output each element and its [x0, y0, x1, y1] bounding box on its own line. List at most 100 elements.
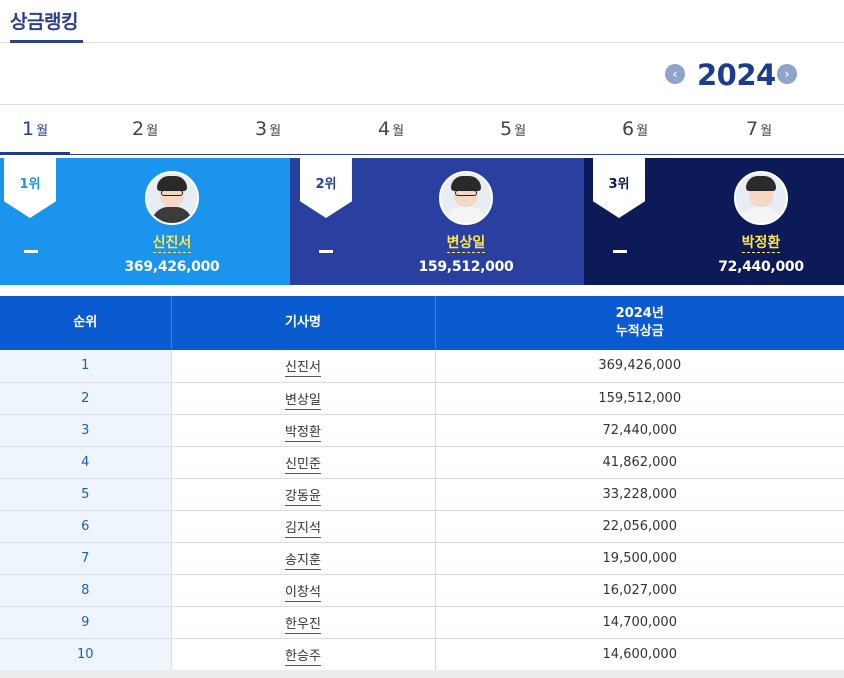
table-row: 2 변상일 159,512,000 — [0, 382, 844, 415]
rank-cell: 1 — [0, 350, 172, 383]
tab-month-6[interactable]: 6월 — [600, 105, 670, 155]
player-cell: 강동윤 — [171, 478, 436, 511]
rank-cell: 3 — [0, 414, 172, 447]
rank-cell: 9 — [0, 606, 172, 639]
rank-cell: 6 — [0, 510, 172, 543]
top3-podium: 1위 신진서 369,426,000 2위 변상일 159,512,000 3위… — [0, 158, 844, 285]
prize-cell: 19,500,000 — [435, 542, 844, 575]
player-name-link[interactable]: 이창석 — [285, 584, 321, 602]
player-cell: 한우진 — [171, 606, 436, 639]
player-name-link[interactable]: 송지훈 — [285, 552, 321, 570]
year-navigator: ‹ 2024 › — [664, 58, 804, 92]
player-name-link[interactable]: 신진서 — [285, 360, 321, 378]
rank-badge: 3위 — [593, 158, 645, 218]
prize-cell: 14,600,000 — [435, 638, 844, 671]
rank-cell: 4 — [0, 446, 172, 479]
rank-cell: 8 — [0, 574, 172, 607]
player-cell: 신진서 — [171, 350, 436, 383]
tab-month-number: 7 — [745, 118, 759, 140]
column-header-player: 기사명 — [171, 296, 436, 350]
tab-month-unit: 월 — [636, 124, 649, 139]
prize-cell: 22,056,000 — [435, 510, 844, 543]
rank-cell: 10 — [0, 638, 172, 671]
tab-month-7[interactable]: 7월 — [724, 105, 794, 155]
chevron-right-icon[interactable]: › — [777, 64, 797, 84]
player-name-link[interactable]: 강동윤 — [285, 488, 321, 506]
player-cell: 한승주 — [171, 638, 436, 671]
rank-change-dash-icon — [24, 250, 38, 253]
table-row: 3 박정환 72,440,000 — [0, 414, 844, 447]
rank-badge-label: 3위 — [608, 177, 630, 192]
tab-month-unit: 월 — [269, 124, 282, 139]
player-avatar — [734, 171, 788, 225]
player-name[interactable]: 박정환 — [701, 232, 821, 253]
tab-month-unit: 월 — [36, 124, 49, 139]
rank-badge-label: 1위 — [19, 177, 41, 192]
rank-badge: 2위 — [300, 158, 352, 218]
tab-month-unit: 월 — [760, 124, 773, 139]
table-header-row: 순위 기사명 2024년 누적상금 — [0, 296, 844, 350]
tab-month-number: 2 — [131, 118, 145, 140]
podium-card-2[interactable]: 2위 변상일 159,512,000 — [290, 158, 584, 285]
title-underline — [10, 40, 83, 43]
table-row: 5 강동윤 33,228,000 — [0, 478, 844, 511]
player-prize: 72,440,000 — [718, 259, 804, 275]
ranking-table: 순위 기사명 2024년 누적상금 1 신진서 369,426,000 2 변상일 15… — [0, 296, 844, 671]
tab-month-unit: 월 — [514, 124, 527, 139]
tab-month-number: 5 — [499, 118, 513, 140]
prize-cell: 369,426,000 — [435, 350, 844, 383]
player-cell: 송지훈 — [171, 542, 436, 575]
prize-cell: 41,862,000 — [435, 446, 844, 479]
tab-month-3[interactable]: 3월 — [233, 105, 303, 155]
rank-change-dash-icon — [319, 250, 333, 253]
prize-cell: 159,512,000 — [435, 382, 844, 415]
table-row: 6 김지석 22,056,000 — [0, 510, 844, 543]
table-row: 4 신민준 41,862,000 — [0, 446, 844, 479]
table-row: 10 한승주 14,600,000 — [0, 638, 844, 671]
player-avatar — [145, 171, 199, 225]
tab-month-unit: 월 — [146, 124, 159, 139]
chevron-left-icon[interactable]: ‹ — [665, 64, 685, 84]
player-name-link[interactable]: 신민준 — [285, 456, 321, 474]
tab-month-5[interactable]: 5월 — [478, 105, 548, 155]
player-avatar — [439, 171, 493, 225]
table-row: 8 이창석 16,027,000 — [0, 574, 844, 607]
page-title: 상금랭킹 — [10, 11, 78, 33]
prize-cell: 16,027,000 — [435, 574, 844, 607]
player-cell: 이창석 — [171, 574, 436, 607]
prize-cell: 14,700,000 — [435, 606, 844, 639]
bottom-scroll-bar[interactable] — [0, 670, 844, 678]
player-cell: 신민준 — [171, 446, 436, 479]
player-name[interactable]: 변상일 — [406, 232, 526, 253]
player-name[interactable]: 신진서 — [112, 232, 232, 253]
rank-change-dash-icon — [613, 250, 627, 253]
column-header-prize-label: 누적상금 — [615, 324, 664, 339]
tab-month-4[interactable]: 4월 — [356, 105, 426, 155]
rank-badge-label: 2위 — [315, 177, 337, 192]
player-name-link[interactable]: 변상일 — [285, 392, 321, 410]
rank-cell: 7 — [0, 542, 172, 575]
podium-card-1[interactable]: 1위 신진서 369,426,000 — [0, 158, 292, 285]
player-name-link[interactable]: 한우진 — [285, 616, 321, 634]
player-name-link[interactable]: 박정환 — [285, 424, 321, 442]
tab-month-number: 3 — [254, 118, 268, 140]
prize-cell: 33,228,000 — [435, 478, 844, 511]
table-row: 1 신진서 369,426,000 — [0, 350, 844, 383]
year-label: 2024 — [697, 58, 776, 92]
tab-month-number: 6 — [621, 118, 635, 140]
tab-month-number: 4 — [377, 118, 391, 140]
table-row: 9 한우진 14,700,000 — [0, 606, 844, 639]
podium-card-3[interactable]: 3위 박정환 72,440,000 — [584, 158, 844, 285]
tab-month-2[interactable]: 2월 — [110, 105, 180, 155]
prize-cell: 72,440,000 — [435, 414, 844, 447]
tab-month-1[interactable]: 1월 — [0, 105, 70, 155]
page-header: 상금랭킹 — [0, 0, 844, 43]
table-row: 7 송지훈 19,500,000 — [0, 542, 844, 575]
column-header-rank: 순위 — [0, 296, 172, 350]
player-name-link[interactable]: 한승주 — [285, 648, 321, 666]
player-name-link[interactable]: 김지석 — [285, 520, 321, 538]
tab-month-number: 1 — [21, 118, 35, 140]
column-header-prize: 2024년 누적상금 — [435, 296, 844, 350]
player-prize: 369,426,000 — [124, 259, 220, 275]
rank-badge: 1위 — [4, 158, 56, 218]
